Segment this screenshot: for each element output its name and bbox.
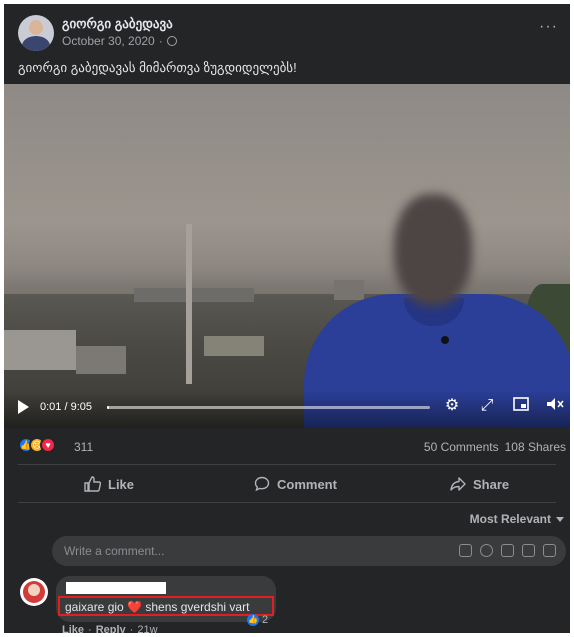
- avatar-sticker-icon[interactable]: [459, 544, 472, 557]
- video-pole: [186, 224, 192, 384]
- video-player[interactable]: 0:01 / 9:05 ⚙ ⤢: [4, 84, 570, 428]
- comment-bubble-icon: [254, 476, 270, 492]
- like-label: Like: [108, 476, 135, 492]
- comment-text-after: shens gverdshi vart: [145, 600, 250, 614]
- commenter-avatar[interactable]: [20, 578, 48, 606]
- emoji-icon[interactable]: [480, 544, 493, 557]
- author-avatar[interactable]: [18, 15, 54, 51]
- comment-action-separator: ·: [88, 624, 92, 633]
- comment-label: Comment: [277, 476, 337, 492]
- thumbs-up-icon: [84, 476, 101, 492]
- divider: [18, 502, 556, 503]
- heart-emoji: ❤️: [127, 600, 143, 614]
- divider: [18, 464, 556, 465]
- video-building: [334, 280, 364, 300]
- video-building: [204, 336, 264, 356]
- video-progress-bar[interactable]: [107, 406, 430, 409]
- like-reaction-icon: 👍: [247, 614, 259, 626]
- post-text: გიორგი გაბედავას მიმართვა ზუგდიდელებს!: [18, 60, 297, 75]
- avatar-body: [22, 36, 50, 51]
- reactions-summary[interactable]: 👍 ☹ ♥: [18, 437, 56, 453]
- post-meta: October 30, 2020 ·: [62, 34, 177, 48]
- comment-reply-button[interactable]: Reply: [96, 624, 126, 633]
- fullscreen-icon[interactable]: ⤢: [478, 397, 496, 415]
- love-icon: ♥: [40, 437, 56, 453]
- share-arrow-icon: [450, 477, 466, 491]
- video-time: 0:01 / 9:05: [40, 401, 92, 413]
- avatar-face: [28, 584, 40, 596]
- comment-text: gaixare gio ❤️ shens gverdshi vart: [58, 596, 274, 616]
- like-button[interactable]: Like: [84, 474, 134, 494]
- volume-muted-icon[interactable]: [546, 397, 564, 415]
- globe-icon: [166, 36, 177, 46]
- sort-label: Most Relevant: [469, 512, 551, 526]
- play-icon[interactable]: [18, 400, 29, 414]
- share-button[interactable]: Share: [450, 474, 509, 494]
- video-progress-fill: [107, 406, 109, 409]
- avatar-head: [29, 20, 43, 35]
- post-stats: 50 Comments 108 Shares: [424, 440, 566, 454]
- settings-gear-icon[interactable]: ⚙: [443, 397, 461, 415]
- video-person-blurred-face: [394, 194, 472, 306]
- video-building: [134, 288, 254, 302]
- comment-like-count: 2: [262, 614, 269, 626]
- camera-icon[interactable]: [501, 544, 514, 557]
- gif-icon[interactable]: [522, 544, 535, 557]
- comment-sort-dropdown[interactable]: Most Relevant: [470, 512, 564, 526]
- composer-icons: [459, 544, 556, 557]
- video-building: [4, 330, 76, 370]
- comment-age[interactable]: 21w: [137, 624, 157, 633]
- more-options-icon[interactable]: ···: [539, 18, 558, 36]
- comment-actions: Like · Reply · 21w: [62, 624, 158, 633]
- share-label: Share: [473, 476, 510, 492]
- commenter-name-redacted: [66, 582, 166, 594]
- comments-count[interactable]: 50 Comments: [424, 440, 499, 454]
- video-building: [76, 346, 126, 374]
- microphone: [441, 336, 449, 344]
- reaction-count[interactable]: 311: [74, 440, 93, 454]
- caret-down-icon: [556, 516, 564, 522]
- comment-button[interactable]: Comment: [254, 474, 337, 494]
- sticker-icon[interactable]: [543, 544, 556, 557]
- comment-text-before: gaixare gio: [65, 600, 124, 614]
- meta-separator: ·: [158, 34, 163, 48]
- facebook-post: გიორგი გაბედავა October 30, 2020 · ··· გ…: [4, 4, 570, 633]
- comment-action-separator: ·: [129, 624, 134, 633]
- picture-in-picture-icon[interactable]: [512, 397, 530, 415]
- author-name[interactable]: გიორგი გაბედავა: [62, 16, 173, 32]
- post-date[interactable]: October 30, 2020: [62, 34, 155, 48]
- comment-input[interactable]: [64, 544, 404, 558]
- comment-like-badge[interactable]: 👍 2: [247, 614, 268, 626]
- comment-like-button[interactable]: Like: [62, 624, 84, 633]
- shares-count[interactable]: 108 Shares: [505, 440, 566, 454]
- comment-composer[interactable]: [52, 536, 566, 566]
- comment-bubble: gaixare gio ❤️ shens gverdshi vart: [56, 576, 276, 622]
